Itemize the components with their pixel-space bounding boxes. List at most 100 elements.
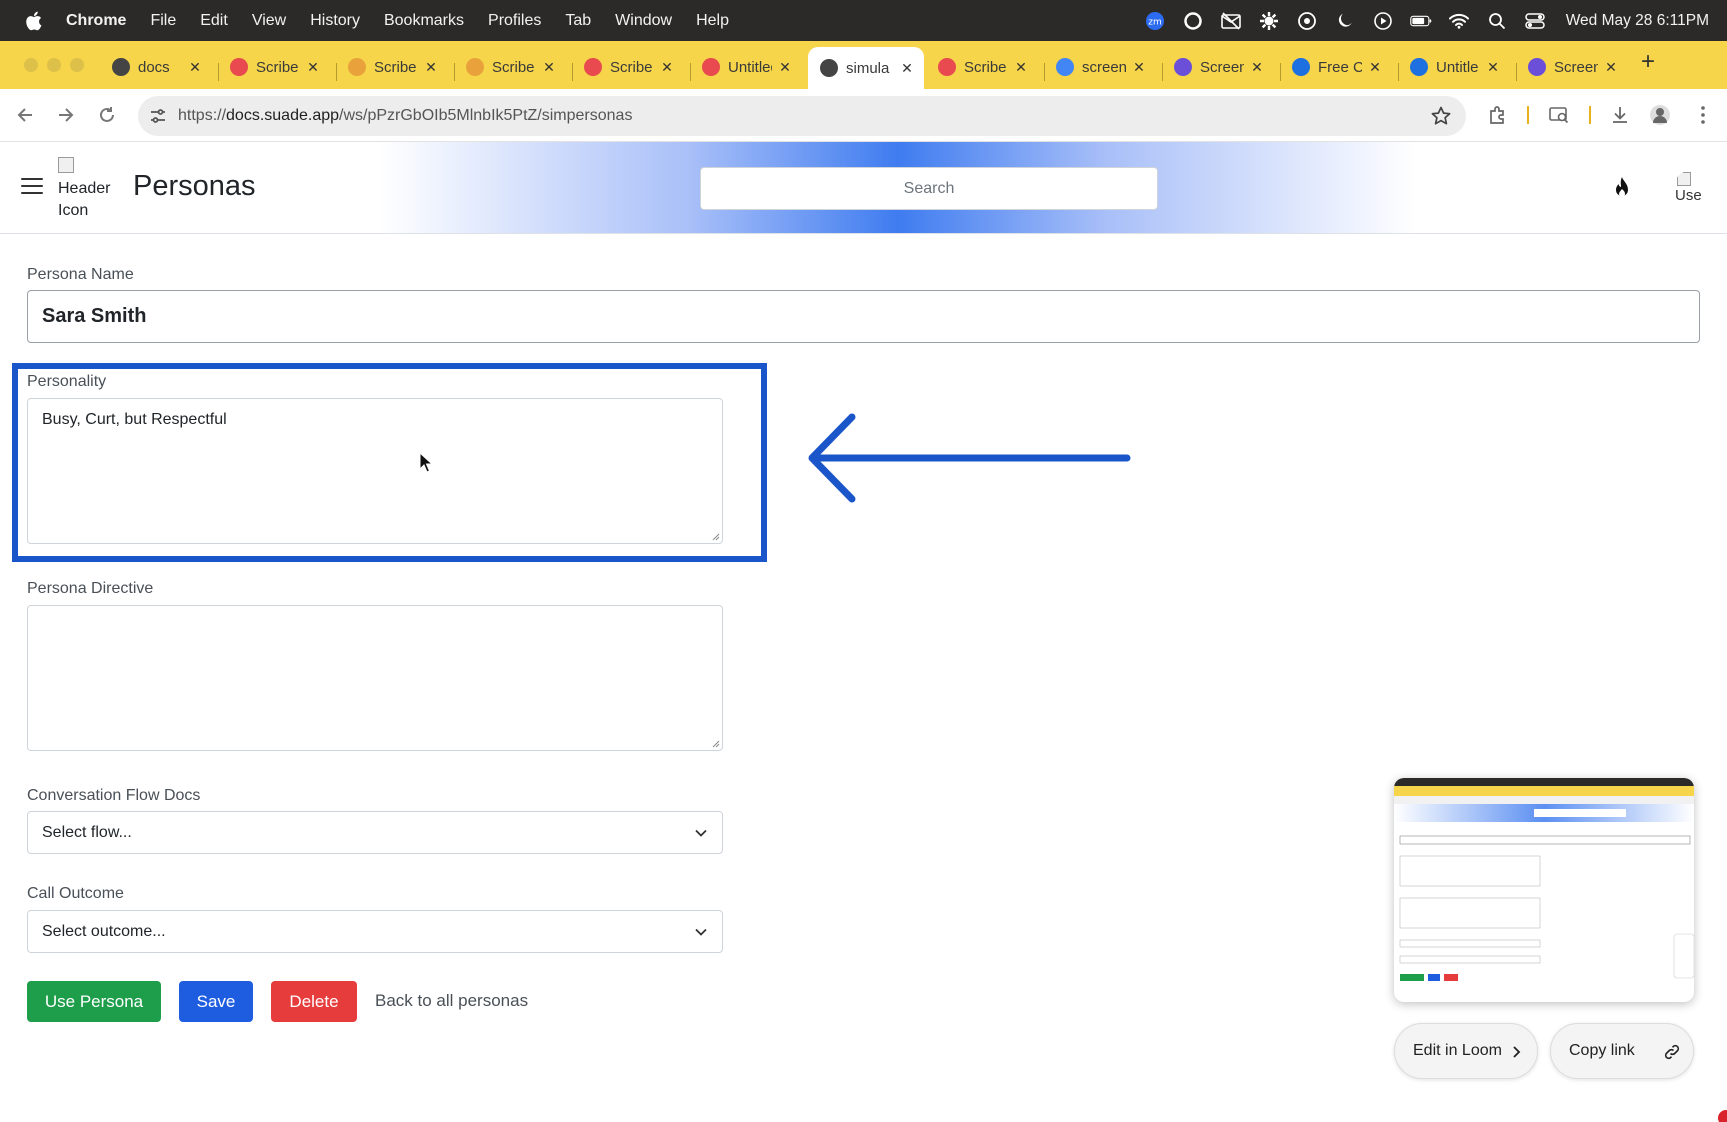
macos-menubar: Chrome File Edit View History Bookmarks … bbox=[0, 0, 1727, 41]
spotlight-search-icon[interactable] bbox=[1486, 10, 1508, 32]
recording-indicator bbox=[1718, 1110, 1727, 1122]
zoom-window-button[interactable] bbox=[70, 58, 84, 72]
browser-tab-13[interactable]: Screen ✕ bbox=[1528, 49, 1620, 85]
user-avatar[interactable]: Use bbox=[1673, 170, 1711, 208]
browser-tab-11[interactable]: Free C ✕ bbox=[1292, 49, 1384, 85]
hamburger-menu-icon[interactable] bbox=[21, 178, 43, 196]
browser-tab-3[interactable]: Scribe ✕ bbox=[348, 49, 440, 85]
close-tab-icon[interactable]: ✕ bbox=[540, 59, 558, 76]
tab-label: Untitled bbox=[728, 58, 772, 76]
close-tab-icon[interactable]: ✕ bbox=[658, 59, 676, 76]
browser-tab-9[interactable]: screen ✕ bbox=[1056, 49, 1148, 85]
apple-icon[interactable] bbox=[24, 10, 46, 32]
menu-window[interactable]: Window bbox=[615, 12, 672, 30]
close-window-button[interactable] bbox=[24, 58, 38, 72]
menu-edit[interactable]: Edit bbox=[200, 12, 228, 30]
close-tab-icon[interactable]: ✕ bbox=[1130, 59, 1148, 76]
play-icon[interactable] bbox=[1372, 10, 1394, 32]
persona-directive-textarea[interactable] bbox=[27, 605, 723, 751]
close-tab-icon[interactable]: ✕ bbox=[1484, 59, 1502, 76]
conversation-flow-select[interactable]: Select flow... bbox=[27, 811, 723, 854]
browser-tab-2[interactable]: Scribe ✕ bbox=[230, 49, 322, 85]
site-info-icon[interactable] bbox=[148, 106, 168, 126]
save-button[interactable]: Save bbox=[179, 981, 253, 1022]
search-input[interactable]: Search bbox=[700, 167, 1158, 210]
close-tab-icon[interactable]: ✕ bbox=[1602, 59, 1620, 76]
browser-tab-1[interactable]: docs ✕ bbox=[112, 49, 204, 85]
left-arrow-annotation-icon bbox=[808, 413, 1131, 503]
browser-tab-6[interactable]: Untitled✕ bbox=[702, 49, 794, 85]
menu-tab[interactable]: Tab bbox=[565, 12, 591, 30]
profile-icon[interactable] bbox=[1649, 104, 1671, 126]
resize-grip-icon[interactable] bbox=[710, 738, 720, 748]
close-tab-icon[interactable]: ✕ bbox=[776, 59, 794, 76]
header-icon-image[interactable]: Header Icon bbox=[58, 156, 118, 222]
loom-preview-thumbnail bbox=[1394, 778, 1694, 981]
close-tab-icon[interactable]: ✕ bbox=[422, 59, 440, 76]
menu-profiles[interactable]: Profiles bbox=[488, 12, 541, 30]
address-bar[interactable]: https://docs.suade.app/ws/pPzrGbOIb5Mlnb… bbox=[138, 96, 1466, 136]
screen-share-icon[interactable] bbox=[1296, 10, 1318, 32]
menu-app-chrome[interactable]: Chrome bbox=[66, 12, 126, 30]
menu-view[interactable]: View bbox=[252, 12, 286, 30]
browser-tab-12[interactable]: Untitle ✕ bbox=[1410, 49, 1502, 85]
minimize-window-button[interactable] bbox=[47, 58, 61, 72]
browser-tab-10[interactable]: Screen ✕ bbox=[1174, 49, 1266, 85]
close-tab-icon[interactable]: ✕ bbox=[1366, 59, 1384, 76]
tab-search-icon[interactable] bbox=[1548, 104, 1570, 126]
browser-tab-8[interactable]: Scribe ✕ bbox=[938, 49, 1030, 85]
wifi-icon[interactable] bbox=[1448, 10, 1470, 32]
moon-icon[interactable] bbox=[1334, 10, 1356, 32]
back-to-personas-link[interactable]: Back to all personas bbox=[375, 991, 528, 1011]
reload-icon[interactable] bbox=[96, 104, 118, 126]
mail-off-icon[interactable] bbox=[1220, 10, 1242, 32]
rainbow-icon bbox=[466, 58, 484, 76]
back-arrow-icon[interactable] bbox=[14, 104, 36, 126]
browser-tab-7[interactable]: simula ✕ bbox=[808, 47, 924, 89]
tab-separator bbox=[1398, 63, 1399, 81]
download-icon[interactable] bbox=[1609, 104, 1631, 126]
chevron-down-icon bbox=[695, 829, 707, 837]
chevron-down-icon bbox=[695, 928, 707, 936]
close-tab-icon[interactable]: ✕ bbox=[1012, 59, 1030, 76]
browser-tab-4[interactable]: Scribe ✕ bbox=[466, 49, 558, 85]
tab-separator bbox=[1280, 63, 1281, 81]
gear-icon[interactable] bbox=[1258, 10, 1280, 32]
control-center-icon[interactable] bbox=[1524, 10, 1546, 32]
use-persona-button[interactable]: Use Persona bbox=[27, 981, 161, 1022]
persona-name-input[interactable]: Sara Smith bbox=[27, 290, 1700, 343]
tab-label: Scribe bbox=[492, 58, 535, 76]
delete-button[interactable]: Delete bbox=[271, 981, 357, 1022]
tab-separator bbox=[572, 63, 573, 81]
loom-recording-preview[interactable] bbox=[1394, 778, 1694, 1002]
flame-icon[interactable] bbox=[1610, 176, 1634, 202]
url-text: https://docs.suade.app/ws/pPzrGbOIb5Mlnb… bbox=[178, 107, 633, 124]
extensions-icon[interactable] bbox=[1486, 104, 1508, 126]
tab-separator bbox=[336, 63, 337, 81]
record-circle-icon[interactable] bbox=[1182, 10, 1204, 32]
menu-help[interactable]: Help bbox=[696, 12, 729, 30]
close-tab-icon[interactable]: ✕ bbox=[304, 59, 322, 76]
menu-bookmarks[interactable]: Bookmarks bbox=[384, 12, 464, 30]
edit-in-loom-button[interactable]: Edit in Loom bbox=[1394, 1023, 1538, 1079]
zoom-icon[interactable]: zm bbox=[1144, 10, 1166, 32]
call-outcome-select[interactable]: Select outcome... bbox=[27, 910, 723, 953]
call-outcome-value: Select outcome... bbox=[42, 923, 166, 940]
close-tab-icon[interactable]: ✕ bbox=[186, 59, 204, 76]
menu-file[interactable]: File bbox=[150, 12, 176, 30]
menu-history[interactable]: History bbox=[310, 12, 360, 30]
menubar-clock[interactable]: Wed May 28 6:11PM bbox=[1566, 12, 1709, 30]
chrome-menu-icon[interactable] bbox=[1692, 104, 1714, 126]
browser-tab-5[interactable]: Scribe ✕ bbox=[584, 49, 676, 85]
close-tab-icon[interactable]: ✕ bbox=[1248, 59, 1266, 76]
close-tab-icon[interactable]: ✕ bbox=[898, 60, 916, 77]
new-tab-button[interactable]: + bbox=[1641, 50, 1655, 74]
tab-separator bbox=[1044, 63, 1045, 81]
tab-label: Scribe bbox=[374, 58, 417, 76]
battery-icon bbox=[1409, 10, 1432, 32]
forward-arrow-icon[interactable] bbox=[55, 104, 77, 126]
svg-text:zm: zm bbox=[1148, 17, 1162, 27]
copy-link-button[interactable]: Copy link bbox=[1550, 1023, 1694, 1079]
bookmark-star-icon[interactable] bbox=[1430, 105, 1452, 127]
conversation-flow-label: Conversation Flow Docs bbox=[27, 787, 201, 804]
